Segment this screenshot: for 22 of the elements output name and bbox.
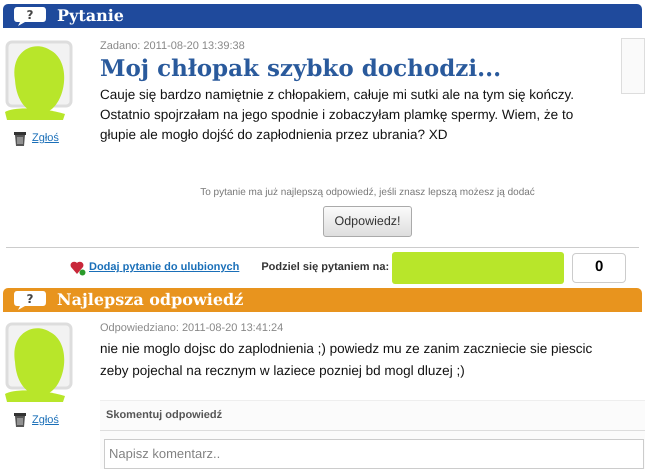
comment-heading: Skomentuj odpowiedź [100,401,645,430]
share-count: 0 [572,252,626,282]
answer-text: nie nie moglo dojsc do zaplodnienia ;) powiedz mu ze zanim zaczniecie sie piescic zeby pojechal na recznym w laziece pozniej bd mogl dluzej ;) [100,340,594,380]
best-answer-notice: To pytanie ma już najlepszą odpowiedź, jeśli znasz lepszą możesz ją dodać [200,186,535,200]
question-bubble-icon: ? [13,288,47,310]
section-title: Pytanie [57,5,124,27]
side-panel [621,38,645,94]
answer-button[interactable]: Odpowiedz! [323,206,412,236]
question-title: Moj chłopak szybko dochodzi... [100,54,502,82]
heart-plus-icon [70,260,86,276]
question-bubble-icon: ? [13,5,47,27]
comment-field[interactable]: Napisz komentarz.. [104,438,644,468]
report-link[interactable]: Zgłoś [32,412,59,428]
answered-date: Odpowiedziano: 2011-08-20 13:41:24 [100,320,284,336]
question-text: Cauje się bardzo namiętnie z chłopakiem, całuje mi sutki ale na tym się kończy. Ostatnio spojrzałam na jego spodnie i zobaczyłam plamkę spermy. Wiem, że to głupie ale mogło dojść do zapłodnienia przez ubrania? XD [100,86,575,144]
trash-icon [13,130,27,146]
section-title: Najlepsza odpowiedź [57,288,244,310]
asked-date: Zadano: 2011-08-20 13:39:38 [100,39,246,54]
share-label: Podziel się pytaniem na: [261,260,390,276]
favorite-link[interactable]: Dodaj pytanie do ulubionych [89,259,240,276]
trash-icon [13,412,27,428]
report-link[interactable]: Zgłoś [32,130,59,146]
